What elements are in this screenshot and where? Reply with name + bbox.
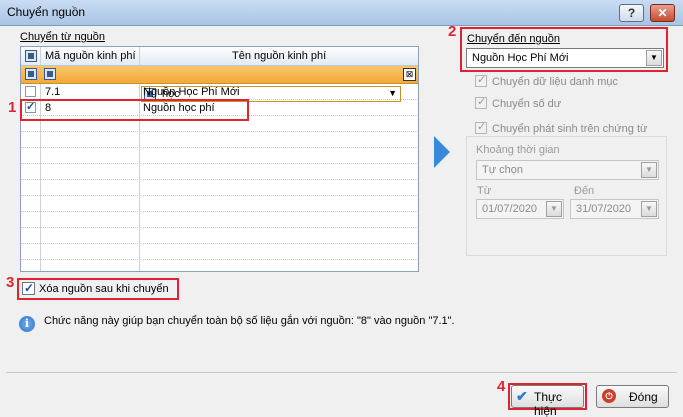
transfer-arrow-icon bbox=[434, 136, 450, 168]
empty-row bbox=[21, 148, 418, 164]
col-header-name[interactable]: Tên nguồn kinh phí bbox=[232, 50, 326, 62]
grid-header: Mã nguồn kinh phí Tên nguồn kinh phí bbox=[21, 47, 418, 66]
chevron-down-icon[interactable]: ▼ bbox=[646, 50, 662, 66]
filter-row: học ▼ ⊠ bbox=[21, 66, 418, 102]
period-label: Khoảng thời gian bbox=[476, 144, 560, 156]
target-section-label: Chuyển đến nguồn bbox=[467, 33, 560, 45]
empty-row bbox=[21, 228, 418, 244]
select-all-icon[interactable] bbox=[25, 50, 37, 62]
close-window-button[interactable]: ✕ bbox=[650, 4, 675, 22]
annotation-3: 3 bbox=[6, 274, 15, 291]
chevron-down-icon: ▼ bbox=[641, 201, 657, 217]
option-copy-balance: Chuyển số dư bbox=[475, 95, 561, 110]
source-grid: Mã nguồn kinh phí Tên nguồn kinh phí học… bbox=[20, 46, 419, 272]
help-button[interactable]: ? bbox=[619, 4, 644, 22]
target-source-select[interactable]: Nguồn Học Phí Mới ▼ bbox=[466, 48, 664, 68]
target-source-value: Nguồn Học Phí Mới bbox=[472, 52, 569, 64]
to-date-field: 31/07/2020 ▼ bbox=[570, 199, 659, 219]
title-bar: Chuyển nguồn ? ✕ bbox=[0, 0, 683, 26]
row-code: 7.1 bbox=[45, 86, 61, 98]
from-label: Từ bbox=[477, 185, 492, 197]
execute-button[interactable]: ✔ Thực hiện bbox=[511, 385, 584, 417]
source-section-label: Chuyển từ nguồn bbox=[20, 31, 106, 43]
disabled-checkbox bbox=[475, 120, 487, 135]
filter-toggle-icon[interactable] bbox=[25, 68, 37, 80]
footer-divider bbox=[6, 372, 677, 373]
window-title: Chuyển nguồn bbox=[7, 5, 86, 19]
info-icon: i bbox=[19, 316, 35, 332]
from-date-field: 01/07/2020 ▼ bbox=[476, 199, 564, 219]
info-text: Chức năng này giúp bạn chuyển toàn bộ số… bbox=[44, 315, 455, 327]
empty-row bbox=[21, 196, 418, 212]
delete-source-label[interactable]: Xóa nguồn sau khi chuyển bbox=[39, 283, 169, 295]
period-select: Tự chọn ▼ bbox=[476, 160, 659, 180]
filter-code-icon[interactable] bbox=[44, 68, 56, 80]
row-checkbox[interactable] bbox=[25, 86, 36, 97]
table-row[interactable]: 7.1 Nguồn Học Phí Mới bbox=[21, 84, 418, 100]
close-button[interactable]: ⏻ Đóng bbox=[596, 385, 669, 408]
annotation-4: 4 bbox=[497, 378, 506, 395]
empty-row bbox=[21, 132, 418, 148]
delete-source-checkbox[interactable] bbox=[22, 281, 35, 295]
chevron-down-icon: ▼ bbox=[641, 162, 657, 178]
annotation-1: 1 bbox=[8, 99, 17, 116]
option-copy-categories: Chuyển dữ liệu danh mục bbox=[475, 73, 618, 88]
empty-row bbox=[21, 260, 418, 271]
option-copy-transactions: Chuyển phát sinh trên chứng từ bbox=[475, 120, 647, 135]
empty-row bbox=[21, 180, 418, 196]
check-icon: ✔ bbox=[516, 388, 528, 404]
disabled-checkbox bbox=[475, 95, 487, 110]
power-icon: ⏻ bbox=[602, 389, 616, 403]
filter-clear-icon[interactable]: ⊠ bbox=[403, 68, 416, 81]
empty-row bbox=[21, 244, 418, 260]
disabled-checkbox bbox=[475, 73, 487, 88]
col-header-code[interactable]: Mã nguồn kinh phí bbox=[45, 50, 136, 62]
empty-row bbox=[21, 164, 418, 180]
chevron-down-icon: ▼ bbox=[546, 201, 562, 217]
annotation-2: 2 bbox=[448, 23, 457, 40]
to-label: Đến bbox=[574, 185, 595, 197]
dialog-body: Chuyển từ nguồn Mã nguồn kinh phí Tên ng… bbox=[0, 23, 683, 417]
row-name: Nguồn Học Phí Mới bbox=[143, 86, 240, 98]
annotation-box-1 bbox=[20, 99, 249, 121]
empty-row bbox=[21, 212, 418, 228]
